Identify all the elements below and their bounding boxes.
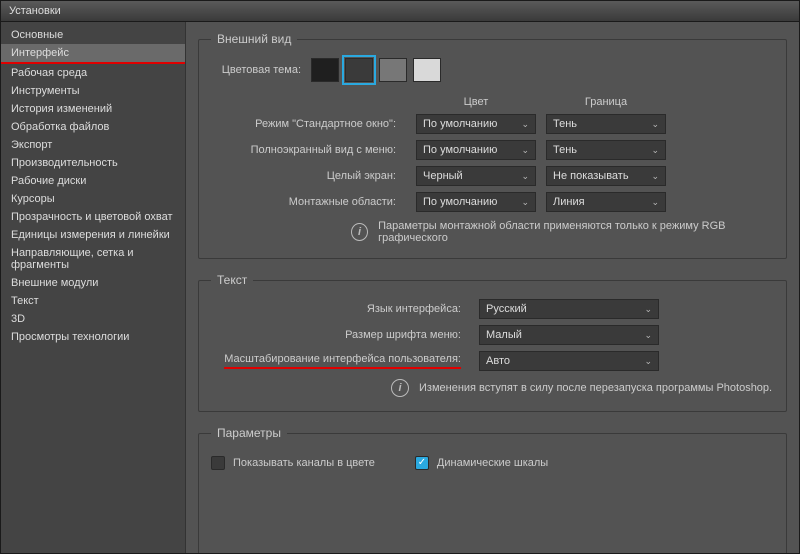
sidebar-item[interactable]: Просмотры технологии xyxy=(1,328,185,346)
chevron-down-icon: ⌄ xyxy=(651,171,659,182)
row-label: Режим "Стандартное окно": xyxy=(211,118,406,130)
info-icon: i xyxy=(351,223,368,241)
row-label: Целый экран: xyxy=(211,170,406,182)
color-theme-label: Цветовая тема: xyxy=(211,64,311,76)
col-border-header: Граница xyxy=(546,96,666,108)
chevron-down-icon: ⌄ xyxy=(644,304,652,315)
appearance-group: Внешний вид Цветовая тема: Цвет Граница … xyxy=(198,32,787,259)
select[interactable]: Русский⌄ xyxy=(479,299,659,319)
sidebar-item[interactable]: Рабочие диски xyxy=(1,172,185,190)
appearance-info-text: Параметры монтажной области применяются … xyxy=(378,220,774,244)
content-area: Внешний вид Цветовая тема: Цвет Граница … xyxy=(186,22,799,553)
select[interactable]: Авто⌄ xyxy=(479,351,659,371)
col-color-header: Цвет xyxy=(416,96,536,108)
sidebar-item[interactable]: Основные xyxy=(1,26,185,44)
sidebar-item[interactable]: Обработка файлов xyxy=(1,118,185,136)
select[interactable]: По умолчанию⌄ xyxy=(416,114,536,134)
text-row-label: Размер шрифта меню: xyxy=(211,329,471,341)
sidebar-item[interactable]: 3D xyxy=(1,310,185,328)
chevron-down-icon: ⌄ xyxy=(644,330,652,341)
color-swatch[interactable] xyxy=(345,58,373,82)
color-swatch[interactable] xyxy=(413,58,441,82)
sidebar-item[interactable]: Курсоры xyxy=(1,190,185,208)
chevron-down-icon: ⌄ xyxy=(651,119,659,130)
text-info-text: Изменения вступят в силу после перезапус… xyxy=(419,382,772,394)
sidebar-item[interactable]: Единицы измерения и линейки xyxy=(1,226,185,244)
appearance-table: Цвет Граница Режим "Стандартное окно": По… xyxy=(211,96,774,212)
text-legend: Текст xyxy=(211,273,253,287)
checkbox[interactable] xyxy=(211,456,225,470)
sidebar: ОсновныеИнтерфейсРабочая средаИнструмент… xyxy=(1,22,186,553)
sidebar-item[interactable]: Производительность xyxy=(1,154,185,172)
checkbox-label: Показывать каналы в цвете xyxy=(233,457,375,469)
chevron-down-icon: ⌄ xyxy=(651,145,659,156)
text-row-label: Язык интерфейса: xyxy=(211,303,471,315)
select[interactable]: Черный⌄ xyxy=(416,166,536,186)
select[interactable]: Малый⌄ xyxy=(479,325,659,345)
sidebar-item[interactable]: Рабочая среда xyxy=(1,64,185,82)
titlebar: Установки xyxy=(0,0,800,22)
sidebar-item[interactable]: Инструменты xyxy=(1,82,185,100)
row-label: Полноэкранный вид с меню: xyxy=(211,144,406,156)
text-row-label: Масштабирование интерфейса пользователя: xyxy=(211,353,471,369)
options-legend: Параметры xyxy=(211,426,287,440)
window-title: Установки xyxy=(9,5,61,17)
select[interactable]: По умолчанию⌄ xyxy=(416,140,536,160)
appearance-legend: Внешний вид xyxy=(211,32,297,46)
row-label: Монтажные области: xyxy=(211,196,406,208)
sidebar-item[interactable]: Интерфейс xyxy=(1,44,185,64)
color-swatch[interactable] xyxy=(311,58,339,82)
chevron-down-icon: ⌄ xyxy=(644,356,652,367)
options-group: Параметры Показывать каналы в цвете Динам… xyxy=(198,426,787,553)
chevron-down-icon: ⌄ xyxy=(521,171,529,182)
select[interactable]: По умолчанию⌄ xyxy=(416,192,536,212)
select[interactable]: Линия⌄ xyxy=(546,192,666,212)
sidebar-item[interactable]: Внешние модули xyxy=(1,274,185,292)
select[interactable]: Тень⌄ xyxy=(546,114,666,134)
chevron-down-icon: ⌄ xyxy=(521,197,529,208)
chevron-down-icon: ⌄ xyxy=(521,119,529,130)
checkbox[interactable] xyxy=(415,456,429,470)
sidebar-item[interactable]: Направляющие, сетка и фрагменты xyxy=(1,244,185,274)
dialog-body: ОсновныеИнтерфейсРабочая средаИнструмент… xyxy=(0,22,800,554)
color-theme-swatches xyxy=(311,58,441,82)
select[interactable]: Не показывать⌄ xyxy=(546,166,666,186)
checkbox-label: Динамические шкалы xyxy=(437,457,548,469)
sidebar-item[interactable]: Текст xyxy=(1,292,185,310)
sidebar-item[interactable]: Прозрачность и цветовой охват xyxy=(1,208,185,226)
sidebar-item[interactable]: История изменений xyxy=(1,100,185,118)
text-group: Текст Язык интерфейса: Русский⌄ Размер шри… xyxy=(198,273,787,412)
info-icon: i xyxy=(391,379,409,397)
color-swatch[interactable] xyxy=(379,58,407,82)
select[interactable]: Тень⌄ xyxy=(546,140,666,160)
chevron-down-icon: ⌄ xyxy=(521,145,529,156)
sidebar-item[interactable]: Экспорт xyxy=(1,136,185,154)
chevron-down-icon: ⌄ xyxy=(651,197,659,208)
